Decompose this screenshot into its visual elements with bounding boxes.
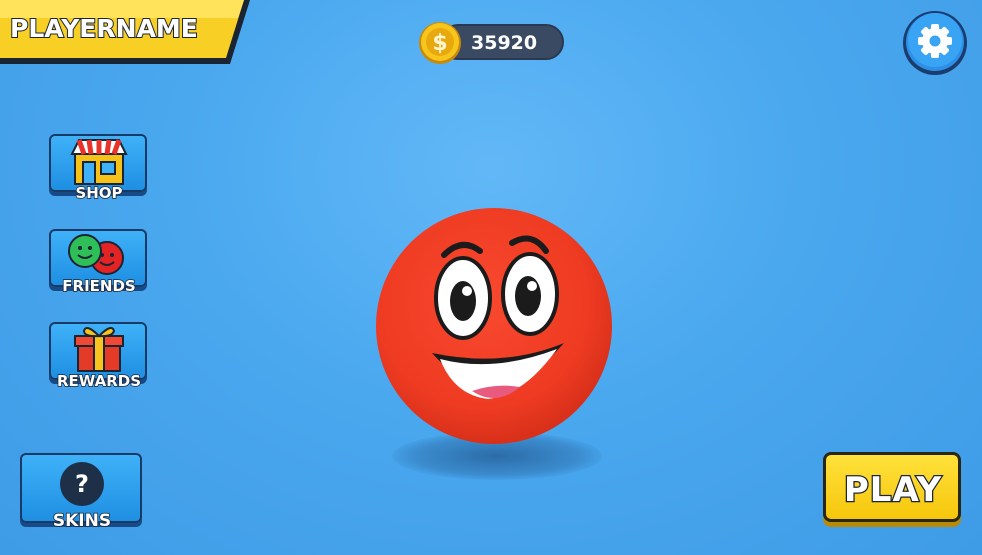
player-name: PLAYERNAME	[9, 13, 199, 44]
player-name-banner: PLAYERNAME	[0, 0, 250, 66]
friends-button[interactable]: FRIENDS	[49, 229, 149, 296]
coin-icon: $	[419, 22, 461, 64]
red-ball-character	[376, 208, 612, 444]
friends-icon	[68, 234, 124, 275]
settings-button[interactable]	[902, 10, 968, 76]
gift-icon	[74, 326, 124, 372]
coin-counter: 35920 $	[418, 21, 564, 64]
skins-label: SKINS	[52, 510, 112, 532]
play-button[interactable]: PLAY	[823, 452, 963, 528]
rewards-label: REWARDS	[56, 371, 142, 391]
gear-icon	[903, 11, 967, 75]
svg-text:$: $	[432, 31, 447, 56]
rewards-button[interactable]: REWARDS	[49, 322, 149, 391]
friends-label: FRIENDS	[62, 276, 137, 296]
skins-button[interactable]: ? SKINS	[20, 453, 144, 532]
shop-label: SHOP	[75, 183, 124, 203]
shop-button[interactable]: SHOP	[49, 134, 149, 203]
play-label: PLAY	[843, 469, 943, 512]
coin-value: 35920	[471, 32, 538, 54]
shop-icon	[70, 139, 128, 185]
question-mark-icon: ?	[60, 462, 104, 506]
